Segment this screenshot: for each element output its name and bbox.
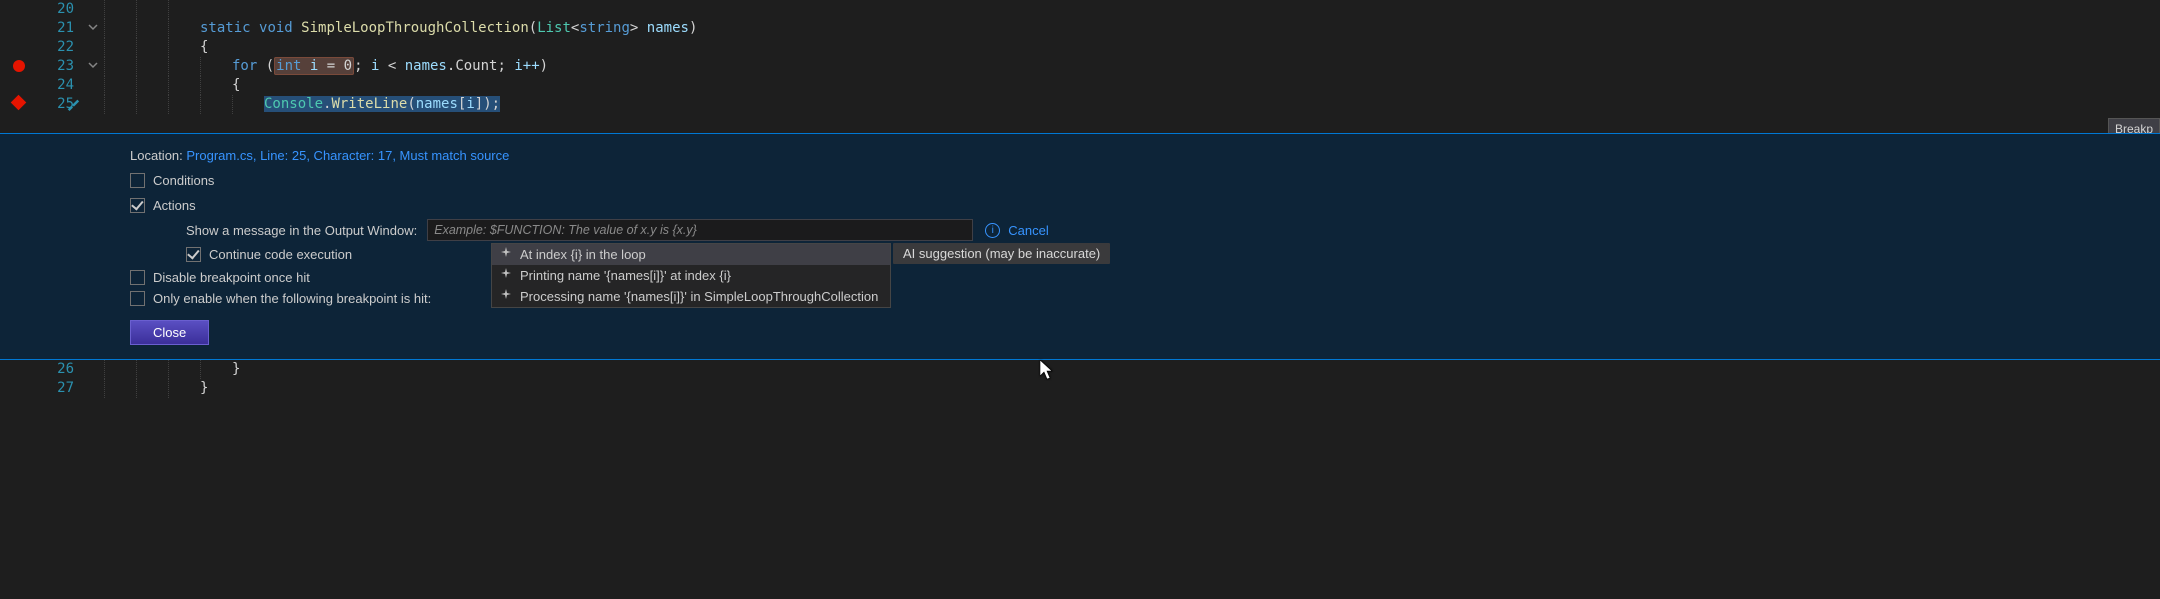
token-brace: { [200, 39, 208, 55]
suggestion-text: At index {i} in the loop [520, 247, 646, 262]
breakpoint-glyph-tracepoint-icon[interactable] [11, 95, 27, 111]
sparkle-icon [500, 289, 512, 304]
token-variable: names [647, 20, 689, 36]
token-keyword: int [276, 58, 301, 74]
token-punc: ; [354, 58, 362, 74]
token-keyword: static [200, 20, 251, 36]
close-button[interactable]: Close [130, 320, 209, 345]
fold-gutter [82, 0, 104, 133]
token-variable: i [310, 58, 318, 74]
actions-label: Actions [153, 198, 196, 213]
token-variable: names [405, 58, 447, 74]
token-method: SimpleLoopThroughCollection [301, 20, 529, 36]
token-variable: names [416, 96, 458, 112]
token-brace: } [232, 361, 240, 377]
line-number: 22 [44, 38, 74, 57]
token-keyword: void [259, 20, 293, 36]
token-number: 0 [344, 58, 352, 74]
suggestion-item[interactable]: Processing name '{names[i]}' in SimpleLo… [492, 286, 890, 307]
disable-once-hit-checkbox[interactable] [130, 270, 145, 285]
info-icon[interactable]: i [985, 223, 1000, 238]
token-punc: ; [497, 58, 505, 74]
token-variable: i++ [514, 58, 539, 74]
ai-suggestion-dropdown: At index {i} in the loop Printing name '… [491, 243, 891, 308]
token-brace: { [232, 77, 240, 93]
conditions-label: Conditions [153, 173, 214, 188]
glyph-margin [0, 0, 44, 133]
only-enable-when-label: Only enable when the following breakpoin… [153, 291, 431, 306]
quick-action-brush-icon[interactable] [66, 97, 80, 114]
location-label: Location: [130, 148, 183, 163]
breakpoint-settings-panel: Location: Program.cs, Line: 25, Characte… [0, 133, 2160, 360]
line-number: 20 [44, 0, 74, 19]
glyph-margin [0, 360, 44, 410]
actions-checkbox[interactable] [130, 198, 145, 213]
token-type: List [537, 20, 571, 36]
code-editor: 20 21 22 23 24 25 static void SimpleLoop… [0, 0, 2160, 133]
code-body[interactable]: } } [104, 360, 2160, 410]
tracepoint-message-input[interactable]: Example: $FUNCTION: The value of x.y is … [427, 219, 973, 241]
disable-once-hit-label: Disable breakpoint once hit [153, 270, 310, 285]
location-value[interactable]: Program.cs, Line: 25, Character: 17, Mus… [186, 148, 509, 163]
code-editor-bottom: 26 27 } } [0, 360, 2160, 410]
suggestion-item[interactable]: At index {i} in the loop [492, 244, 890, 265]
suggestion-text: Printing name '{names[i]}' at index {i} [520, 268, 731, 283]
fold-chevron-icon[interactable] [86, 22, 100, 35]
token-class: Console [264, 96, 323, 112]
token-member: Count [455, 58, 497, 74]
line-number: 27 [44, 379, 74, 398]
line-number: 26 [44, 360, 74, 379]
breakpoint-glyph-added-icon[interactable] [13, 60, 25, 72]
cancel-link[interactable]: Cancel [1008, 223, 1048, 238]
show-message-label: Show a message in the Output Window: [186, 223, 417, 238]
continue-execution-label: Continue code execution [209, 247, 352, 262]
fold-chevron-icon[interactable] [86, 60, 100, 73]
suggestion-text: Processing name '{names[i]}' in SimpleLo… [520, 289, 878, 304]
token-keyword: for [232, 58, 257, 74]
token-variable: i [466, 96, 474, 112]
suggestion-item[interactable]: Printing name '{names[i]}' at index {i} [492, 265, 890, 286]
line-number: 24 [44, 76, 74, 95]
line-number: 23 [44, 57, 74, 76]
token-method: WriteLine [331, 96, 407, 112]
token-keyword: string [579, 20, 630, 36]
conditions-checkbox[interactable] [130, 173, 145, 188]
line-number-gutter: 26 27 [44, 360, 82, 410]
ai-suggestion-badge: AI suggestion (may be inaccurate) [893, 243, 1110, 264]
line-number: 21 [44, 19, 74, 38]
code-body[interactable]: static void SimpleLoopThroughCollection(… [104, 0, 2160, 133]
token-brace: } [200, 380, 208, 396]
only-enable-when-checkbox[interactable] [130, 291, 145, 306]
sparkle-icon [500, 247, 512, 262]
token-variable: i [371, 58, 379, 74]
token-op: = [327, 58, 335, 74]
breakpoint-location: Location: Program.cs, Line: 25, Characte… [130, 148, 2142, 163]
fold-gutter [82, 360, 104, 410]
continue-execution-checkbox[interactable] [186, 247, 201, 262]
sparkle-icon [500, 268, 512, 283]
token-op: < [388, 58, 396, 74]
